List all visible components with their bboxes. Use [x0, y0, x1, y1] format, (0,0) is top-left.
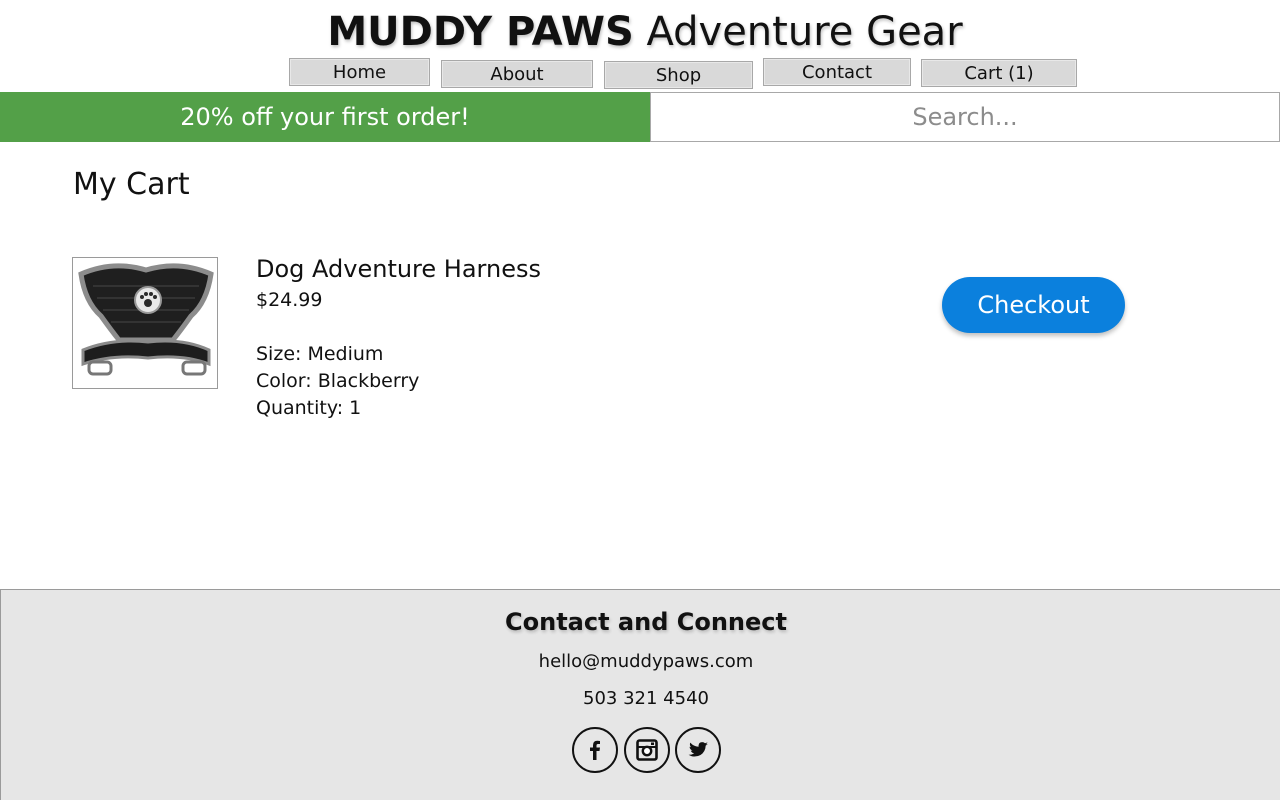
product-name[interactable]: Dog Adventure Harness — [256, 254, 541, 284]
facebook-icon[interactable] — [572, 727, 618, 773]
footer-title: Contact and Connect — [505, 608, 787, 636]
brand-name: MUDDY PAWS — [327, 9, 634, 55]
checkout-button[interactable]: Checkout — [942, 277, 1125, 333]
footer-email[interactable]: hello@muddypaws.com — [1, 651, 1280, 673]
twitter-glyph — [688, 742, 708, 757]
site-logo[interactable]: MUDDY PAWS Adventure Gear — [0, 8, 1280, 56]
nav-contact-button[interactable]: Contact — [763, 58, 911, 86]
promo-banner: 20% off your first order! — [0, 92, 650, 142]
dog-harness-icon — [73, 258, 217, 388]
instagram-glyph — [636, 739, 658, 761]
nav-cart-button[interactable]: Cart (1) — [921, 59, 1077, 87]
product-image[interactable] — [72, 257, 218, 389]
product-color: Color: Blackberry — [256, 370, 420, 392]
nav-shop-button[interactable]: Shop — [604, 61, 753, 89]
brand-tagline: Adventure Gear — [646, 9, 963, 55]
product-quantity: Quantity: 1 — [256, 397, 362, 419]
product-size: Size: Medium — [256, 343, 384, 365]
twitter-icon[interactable] — [675, 727, 721, 773]
footer-phone[interactable]: 503 321 4540 — [1, 688, 1280, 710]
product-price: $24.99 — [256, 289, 323, 311]
facebook-glyph — [590, 740, 600, 760]
nav-about-button[interactable]: About — [441, 60, 593, 88]
nav-home-button[interactable]: Home — [289, 58, 430, 86]
search-input[interactable] — [650, 92, 1280, 142]
site-header: MUDDY PAWS Adventure Gear Home About Sho… — [0, 0, 1280, 92]
instagram-icon[interactable] — [624, 727, 670, 773]
site-footer: Contact and Connect hello@muddypaws.com … — [0, 589, 1280, 800]
page-title: My Cart — [73, 167, 190, 202]
